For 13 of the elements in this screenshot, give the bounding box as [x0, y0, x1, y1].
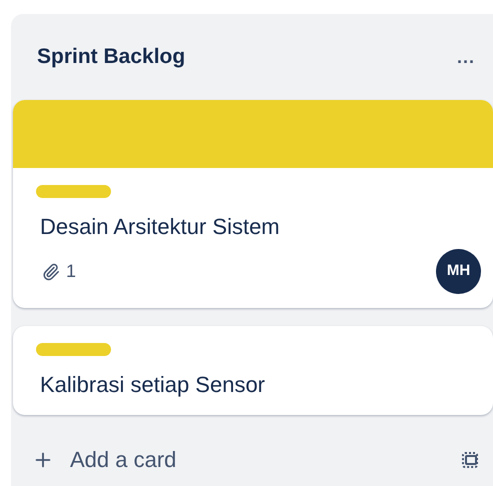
- card[interactable]: Kalibrasi setiap Sensor: [13, 326, 493, 415]
- paperclip-icon: [42, 262, 60, 280]
- member-avatar[interactable]: MH: [436, 249, 481, 294]
- card-label[interactable]: [36, 343, 111, 356]
- card-title: Desain Arsitektur Sistem: [39, 213, 281, 241]
- list-title: Sprint Backlog: [37, 44, 186, 70]
- list-menu-button[interactable]: ...: [452, 44, 479, 70]
- add-card-button[interactable]: Add a card: [32, 443, 176, 476]
- card-title: Kalibrasi setiap Sensor: [39, 371, 266, 399]
- card[interactable]: Desain Arsitektur Sistem 1 MH: [13, 100, 493, 308]
- attachment-count: 1: [66, 260, 76, 283]
- card-label[interactable]: [36, 185, 111, 198]
- template-icon[interactable]: [460, 450, 480, 470]
